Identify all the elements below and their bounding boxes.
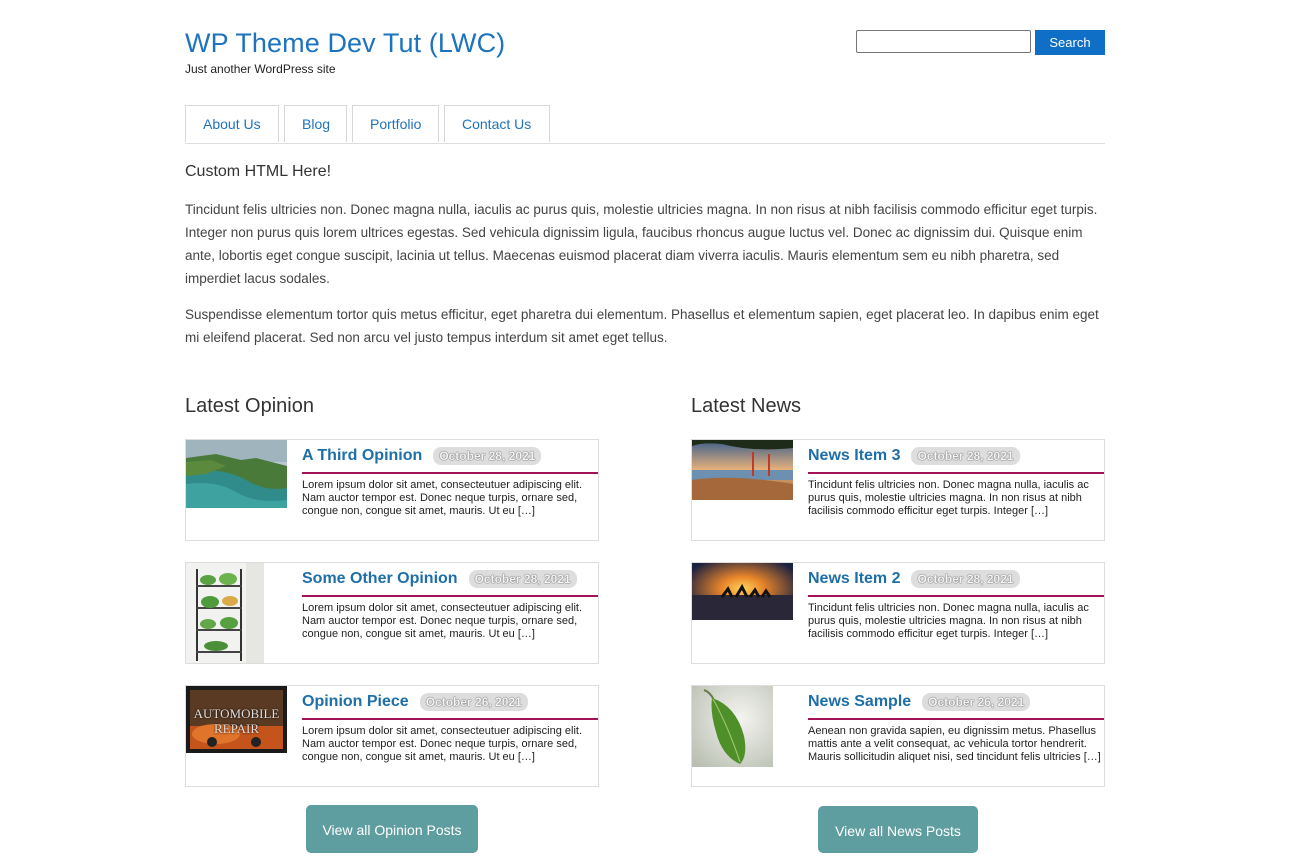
green-leaf-thumbnail[interactable] — [692, 686, 773, 767]
opinion-post-card: Some Other Opinion October 28, 2021 Lore… — [185, 562, 599, 664]
news-post-body: News Item 2 October 28, 2021 Tincidunt f… — [808, 567, 1104, 641]
search-button[interactable]: Search — [1035, 30, 1105, 55]
sunset-camels-thumbnail[interactable] — [692, 563, 793, 620]
custom-html-heading: Custom HTML Here! — [185, 163, 332, 180]
news-post-card: News Sample October 26, 2021 Aenean non … — [691, 685, 1105, 787]
search-input[interactable] — [856, 30, 1031, 53]
opinion-post-body: Some Other Opinion October 28, 2021 Lore… — [302, 567, 598, 641]
thumbnail-caption: AUTOMOBILE REPAIR — [193, 706, 280, 736]
site-tagline: Just another WordPress site — [185, 62, 336, 76]
post-date-badge: October 26, 2021 — [419, 693, 528, 711]
view-all-news-button[interactable]: View all News Posts — [818, 806, 978, 853]
title-divider — [808, 718, 1104, 720]
nav-item-portfolio[interactable]: Portfolio — [352, 105, 439, 142]
title-divider — [302, 718, 598, 720]
post-title-link[interactable]: Some Other Opinion — [302, 570, 458, 588]
search-form: Search — [856, 30, 1105, 55]
post-date-badge: October 28, 2021 — [911, 447, 1020, 465]
post-excerpt: Lorem ipsum dolor sit amet, consecteutue… — [302, 479, 583, 517]
post-title-link[interactable]: A Third Opinion — [302, 447, 422, 465]
post-date-badge: October 26, 2021 — [922, 693, 1031, 711]
news-post-card: News Item 2 October 28, 2021 Tincidunt f… — [691, 562, 1105, 664]
news-post-body: News Sample October 26, 2021 Aenean non … — [808, 690, 1104, 764]
post-date-badge: October 28, 2021 — [911, 570, 1020, 588]
site-title[interactable]: WP Theme Dev Tut (LWC) — [185, 28, 505, 59]
title-divider — [302, 472, 598, 474]
intro-paragraph: Tincidunt felis ultricies non. Donec mag… — [185, 202, 1098, 286]
title-divider — [302, 595, 598, 597]
opinion-post-card: AUTOMOBILE REPAIR Opinion Piece October … — [185, 685, 599, 787]
latest-opinion-heading: Latest Opinion — [185, 395, 314, 417]
post-excerpt: Aenean non gravida sapien, eu dignissim … — [808, 725, 1101, 763]
automobile-repair-thumbnail[interactable]: AUTOMOBILE REPAIR — [186, 686, 287, 753]
latest-news-section: Latest News News Item 3 October 28, 2021… — [691, 393, 1105, 808]
opinion-post-body: Opinion Piece October 26, 2021 Lorem ips… — [302, 690, 598, 764]
cliffs-coast-thumbnail[interactable] — [186, 440, 287, 508]
latest-news-heading: Latest News — [691, 395, 802, 417]
intro-paragraph: Suspendisse elementum tortor quis metus … — [185, 307, 1099, 345]
post-date-badge: October 28, 2021 — [433, 447, 542, 465]
nav-item-contact-us[interactable]: Contact Us — [444, 105, 550, 142]
post-excerpt: Tincidunt felis ultricies non. Donec mag… — [808, 602, 1089, 640]
nav-item-about-us[interactable]: About Us — [185, 105, 279, 142]
latest-opinion-section: Latest Opinion A Third Opinion October 2… — [185, 393, 599, 808]
news-post-card: News Item 3 October 28, 2021 Tincidunt f… — [691, 439, 1105, 541]
post-excerpt: Lorem ipsum dolor sit amet, consecteutue… — [302, 725, 583, 763]
nav-item-blog[interactable]: Blog — [284, 105, 347, 142]
post-title-link[interactable]: News Item 2 — [808, 570, 900, 588]
opinion-post-card: A Third Opinion October 28, 2021 Lorem i… — [185, 439, 599, 541]
post-excerpt: Lorem ipsum dolor sit amet, consecteutue… — [302, 602, 583, 640]
post-date-badge: October 28, 2021 — [468, 570, 577, 588]
golden-gate-thumbnail[interactable] — [692, 440, 793, 500]
title-divider — [808, 472, 1104, 474]
plant-shelf-thumbnail[interactable] — [186, 563, 264, 663]
news-post-body: News Item 3 October 28, 2021 Tincidunt f… — [808, 444, 1104, 518]
main-navigation: About Us Blog Portfolio Contact Us — [185, 105, 1105, 144]
page-wrapper: WP Theme Dev Tut (LWC) Just another Word… — [185, 0, 1105, 853]
post-title-link[interactable]: News Item 3 — [808, 447, 900, 465]
opinion-post-body: A Third Opinion October 28, 2021 Lorem i… — [302, 444, 598, 518]
post-title-link[interactable]: Opinion Piece — [302, 693, 409, 711]
title-divider — [808, 595, 1104, 597]
post-title-link[interactable]: News Sample — [808, 693, 911, 711]
view-all-opinion-button[interactable]: View all Opinion Posts — [306, 805, 478, 853]
post-excerpt: Tincidunt felis ultricies non. Donec mag… — [808, 479, 1089, 517]
